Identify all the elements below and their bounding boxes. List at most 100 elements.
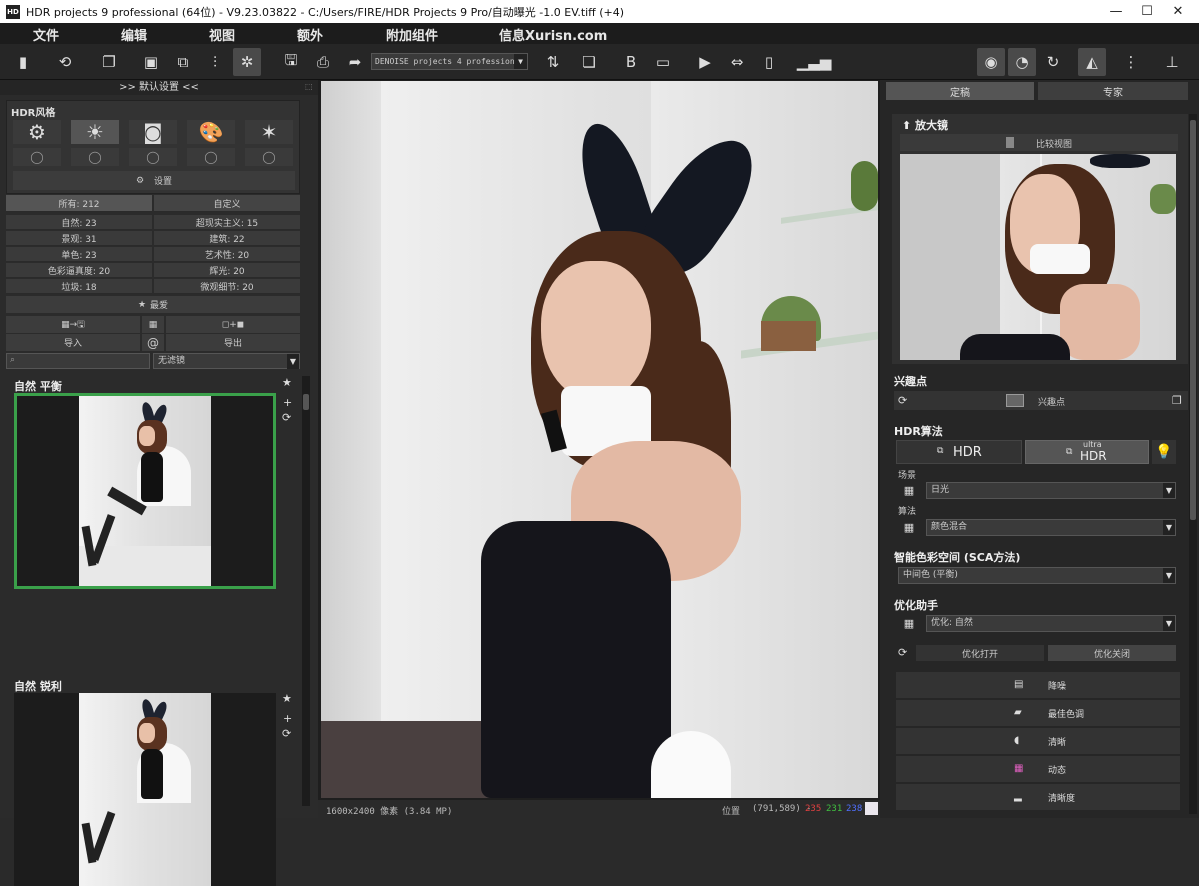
option-clarity[interactable]: ▂ 清晰度 (896, 784, 1180, 810)
preset-scrollbar[interactable] (302, 376, 310, 806)
effects-icon[interactable]: ✲ (233, 48, 261, 76)
raw-icon[interactable]: ▣ (137, 48, 165, 76)
effects-grid-icon[interactable]: ▦ (142, 316, 164, 333)
menu-edit[interactable]: 编辑 (121, 25, 147, 44)
plus-icon[interactable]: + (283, 712, 292, 725)
filter-select[interactable]: 无滤镜 ▼ (153, 353, 300, 369)
left-panel-header[interactable]: >> 默认设置 << (0, 80, 318, 95)
poi-button[interactable]: 兴趣点 (1038, 395, 1065, 408)
denoise-select[interactable]: DENOISE projects 4 professional ▼ (371, 53, 528, 70)
category-item[interactable]: 辉光: 20 (154, 263, 300, 278)
category-item[interactable]: 单色: 23 (6, 247, 152, 262)
preset-thumbnail[interactable] (14, 693, 276, 886)
algo-grid-icon[interactable]: ▦ (898, 519, 920, 536)
sparkle-icon[interactable]: ✶ (245, 120, 293, 144)
refresh-icon[interactable]: ⟳ (282, 727, 291, 740)
favorites-button[interactable]: ★ 最爱 (6, 296, 300, 313)
category-item[interactable]: 建筑: 22 (154, 231, 300, 246)
align-icon[interactable]: ⊥ (1158, 48, 1186, 76)
category-item[interactable]: 微观细节: 20 (154, 279, 300, 294)
category-item[interactable]: 垃圾: 18 (6, 279, 152, 294)
gears-icon[interactable]: ⚙ (13, 120, 61, 144)
close-button[interactable]: ✕ (1160, 0, 1196, 23)
compare-icon[interactable]: ⋮ (1117, 48, 1145, 76)
save-icon[interactable]: 🖫 (277, 48, 305, 76)
opt-grid-icon[interactable]: ▦ (898, 615, 920, 632)
option-denoise[interactable]: ▤ 降噪 (896, 672, 1180, 698)
category-item[interactable]: 景观: 31 (6, 231, 152, 246)
brightness-icon[interactable]: ☀ (71, 120, 119, 144)
hdr-button[interactable]: ⧉ HDR (896, 440, 1022, 464)
tab-all[interactable]: 所有: 212 (6, 195, 152, 212)
export-icon-button[interactable]: ◻+◼ (166, 316, 300, 333)
user-icon[interactable]: ◯ (245, 148, 293, 166)
star-icon[interactable]: ★ (282, 376, 292, 389)
magnifier-title[interactable]: ⬆ 放大镜 (902, 117, 948, 133)
pin-icon[interactable]: ⬚ (305, 82, 313, 91)
new-icon[interactable]: ▮ (9, 48, 37, 76)
compare-view-button[interactable]: 比较视图 (900, 134, 1178, 151)
copy-document-icon[interactable]: ❐ (95, 48, 123, 76)
main-image-view[interactable]: 1600x2400 像素 (3.84 MP) 位置 (791,589) - 23… (318, 80, 880, 818)
lightbulb-icon[interactable]: 💡 (1152, 440, 1176, 464)
sca-select[interactable]: 中间色 (平衡) ▼ (898, 567, 1176, 584)
menu-info[interactable]: 信息Xurisn.com (499, 25, 607, 44)
monitor-icon[interactable]: ▭ (649, 48, 677, 76)
opt-select[interactable]: 优化: 自然 ▼ (926, 615, 1176, 632)
poi-icon[interactable] (1006, 394, 1024, 407)
refresh-icon[interactable]: ⟳ (898, 646, 907, 659)
histogram-icon[interactable]: ▁▃▅ (797, 48, 832, 76)
option-dynamic[interactable]: ▦ 动态 (896, 756, 1180, 782)
redo-icon[interactable]: ↻ (1039, 48, 1067, 76)
copy-icon[interactable]: ❐ (1172, 394, 1182, 407)
plus-icon[interactable]: + (283, 396, 292, 409)
history-icon[interactable]: ⟲ (51, 48, 79, 76)
layers-icon[interactable]: ❏ (575, 48, 603, 76)
split-view-icon[interactable]: ◭ (1078, 48, 1106, 76)
eye-icon[interactable]: ◉ (977, 48, 1005, 76)
refresh-icon[interactable]: ⟳ (282, 411, 291, 424)
magnifier-preview[interactable] (900, 154, 1176, 360)
share-icon[interactable]: ➦ (341, 48, 369, 76)
category-item[interactable]: 超现实主义: 15 (154, 215, 300, 230)
scene-grid-icon[interactable]: ▦ (898, 482, 920, 499)
settings-button[interactable]: ⚙ 设置 (13, 171, 295, 190)
user-icon[interactable]: ◯ (187, 148, 235, 166)
user-icon[interactable]: ◯ (71, 148, 119, 166)
menu-view[interactable]: 视图 (209, 25, 235, 44)
export-button[interactable]: 导出 (166, 334, 300, 351)
right-scrollbar[interactable] (1189, 114, 1197, 814)
b-icon[interactable]: B (617, 48, 645, 76)
option-sharp[interactable]: ◖ 清晰 (896, 728, 1180, 754)
option-best-tone[interactable]: ▰ 最佳色调 (896, 700, 1180, 726)
ultra-hdr-button[interactable]: ⧉ ultra HDR (1025, 440, 1149, 464)
batch-icon[interactable]: ⇅ (539, 48, 567, 76)
refresh-icon[interactable]: ⟳ (898, 394, 907, 407)
gallery-icon[interactable]: ⧉ (169, 48, 197, 76)
search-input[interactable]: ⌕ (6, 353, 150, 369)
crop-icon[interactable]: ▯ (755, 48, 783, 76)
tab-final[interactable]: 定稿 (886, 82, 1034, 100)
user-icon[interactable]: ◯ (13, 148, 61, 166)
opt-on-button[interactable]: 优化打开 (916, 645, 1044, 661)
import-button[interactable]: 导入 (6, 334, 140, 351)
menu-addons[interactable]: 附加组件 (386, 25, 438, 44)
scene-select[interactable]: 日光 ▼ (926, 482, 1176, 499)
category-item[interactable]: 艺术性: 20 (154, 247, 300, 262)
email-button[interactable]: @ (142, 334, 164, 351)
camera-settings-icon[interactable]: ◙ (129, 120, 177, 144)
tab-custom[interactable]: 自定义 (154, 195, 300, 212)
menu-extra[interactable]: 额外 (297, 25, 323, 44)
play-icon[interactable]: ▶ (691, 48, 719, 76)
timer-icon[interactable]: ◔ (1008, 48, 1036, 76)
user-icon[interactable]: ◯ (129, 148, 177, 166)
tab-expert[interactable]: 专家 (1038, 82, 1188, 100)
algo-select[interactable]: 颜色混合 ▼ (926, 519, 1176, 536)
sliders-icon[interactable]: ⫶ (201, 48, 229, 76)
palette-icon[interactable]: 🎨 (187, 120, 235, 144)
category-item[interactable]: 自然: 23 (6, 215, 152, 230)
star-icon[interactable]: ★ (282, 692, 292, 705)
preset-thumbnail[interactable] (14, 393, 276, 589)
transform-icon[interactable]: ⇔ (723, 48, 751, 76)
print-icon[interactable]: ⎙ (309, 48, 337, 76)
